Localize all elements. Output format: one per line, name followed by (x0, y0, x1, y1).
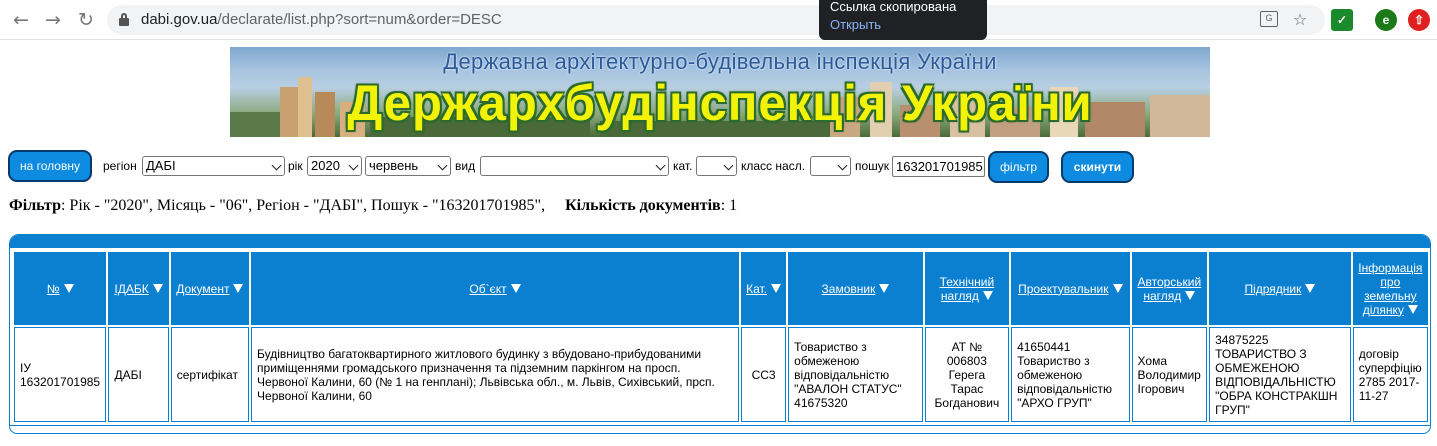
home-button[interactable]: на головну (8, 150, 92, 182)
bookmark-star-icon[interactable]: ☆ (1290, 10, 1310, 30)
sort-arrow-icon[interactable] (1185, 290, 1196, 300)
cell-land-info: договір суперфіцію 2785 2017-11-27 (1352, 327, 1428, 422)
cell-author-supervision: Хома Володимир Ігорович (1131, 327, 1208, 422)
cell-num: ІУ 163201701985 (14, 327, 107, 422)
cell-idabk: ДАБІ (108, 327, 169, 422)
cell-tech-supervision: АТ № 006803 Герега Тарас Богданович (924, 327, 1010, 422)
cell-customer: Товариство з обмеженою відповідальністю … (788, 327, 923, 422)
search-label: пошук (855, 159, 890, 173)
banner-title: Держархбудінспекція України (347, 75, 1093, 131)
results-table-container: № ІДАБК Документ Об`єкт Кат. Замовник Те… (9, 234, 1431, 434)
col-header-author-supervision[interactable]: Авторський нагляд (1131, 252, 1208, 325)
toast-title: Ссылка скопирована (830, 0, 957, 14)
site-banner: Державна архітектурно-будівельна інспекц… (230, 47, 1210, 137)
sort-arrow-icon[interactable] (1112, 283, 1123, 293)
region-select[interactable]: ДАБІ (142, 156, 285, 176)
col-header-designer[interactable]: Проектувальник (1011, 252, 1130, 325)
type-label: вид (455, 159, 476, 173)
cell-document: сертифікат (170, 327, 250, 422)
address-bar[interactable]: dabi.gov.ua/declarate/list.php?sort=num&… (107, 5, 1325, 35)
lock-icon[interactable] (119, 13, 129, 26)
url-text: dabi.gov.ua/declarate/list.php?sort=num&… (141, 11, 502, 28)
sort-arrow-icon[interactable] (771, 283, 782, 293)
profile-avatar[interactable]: e (1375, 9, 1397, 31)
col-header-contractor[interactable]: Підрядник (1209, 252, 1351, 325)
link-copied-toast: Ссылка скопирована Открыть (819, 0, 987, 40)
toast-open-link[interactable]: Открыть (830, 17, 976, 33)
chevron-down-icon (437, 160, 448, 171)
col-header-customer[interactable]: Замовник (788, 252, 923, 325)
extension-icon[interactable]: ✓ (1331, 9, 1353, 31)
filter-button[interactable]: фільтр (988, 151, 1049, 183)
col-header-num[interactable]: № (14, 252, 107, 325)
sort-arrow-icon[interactable] (233, 283, 244, 293)
cell-contractor: 34875225 ТОВАРИСТВО З ОБМЕЖЕНОЮ ВІДПОВІДА… (1209, 327, 1351, 422)
chevron-down-icon (271, 160, 282, 171)
forward-arrow-icon[interactable]: → (40, 7, 66, 33)
table-bottom-strip (10, 425, 1430, 433)
region-label: регіон (103, 159, 137, 173)
sort-arrow-icon[interactable] (1407, 304, 1418, 314)
results-table: № ІДАБК Документ Об`єкт Кат. Замовник Те… (12, 250, 1430, 424)
back-arrow-icon[interactable]: ← (8, 7, 34, 33)
category-select[interactable] (696, 156, 737, 176)
col-header-tech-supervision[interactable]: Технічний нагляд (924, 252, 1010, 325)
table-row: ІУ 163201701985 ДАБІ сертифікат Будівницт… (14, 327, 1428, 422)
sort-arrow-icon[interactable] (879, 283, 890, 293)
col-header-idabk[interactable]: ІДАБК (108, 252, 169, 325)
col-header-category[interactable]: Кат. (741, 252, 787, 325)
translate-icon[interactable]: G (1260, 11, 1278, 27)
col-header-land-info[interactable]: Інформація про земельну ділянку (1352, 252, 1428, 325)
cell-object: Будівництво багатоквартирного житлового … (251, 327, 739, 422)
col-header-document[interactable]: Документ (170, 252, 250, 325)
class-select[interactable] (810, 156, 851, 176)
chevron-down-icon (837, 160, 848, 171)
sort-arrow-icon[interactable] (152, 283, 163, 293)
chevron-down-icon (723, 160, 734, 171)
sort-arrow-icon[interactable] (510, 283, 521, 293)
reload-icon[interactable]: ↻ (73, 7, 99, 33)
table-top-strip (10, 235, 1430, 248)
reset-button[interactable]: скинути (1061, 151, 1134, 183)
year-label: рік (288, 159, 303, 173)
chevron-down-icon (348, 160, 359, 171)
sort-arrow-icon[interactable] (982, 290, 993, 300)
class-label: класс насл. (741, 159, 806, 173)
sort-arrow-icon[interactable] (63, 283, 74, 293)
browser-toolbar: ← → ↻ dabi.gov.ua/declarate/list.php?sor… (0, 0, 1437, 40)
banner-subtitle: Державна архітектурно-будівельна інспекц… (443, 49, 997, 74)
filter-summary: Фільтр: Рік - "2020", Місяць - "06", Рег… (9, 197, 738, 214)
month-select[interactable]: червень (365, 156, 451, 176)
search-input[interactable]: 163201701985 (892, 156, 985, 177)
cell-category: СС3 (741, 327, 787, 422)
category-label: кат. (673, 159, 693, 173)
sort-arrow-icon[interactable] (1305, 283, 1316, 293)
table-header-row: № ІДАБК Документ Об`єкт Кат. Замовник Те… (14, 252, 1428, 325)
year-select[interactable]: 2020 (307, 156, 362, 176)
type-select[interactable] (480, 156, 669, 176)
col-header-object[interactable]: Об`єкт (251, 252, 739, 325)
cell-designer: 41650441 Товариство з обмеженою відповіда… (1011, 327, 1130, 422)
chevron-down-icon (655, 160, 666, 171)
upload-extension-icon[interactable]: ⇧ (1408, 9, 1430, 31)
